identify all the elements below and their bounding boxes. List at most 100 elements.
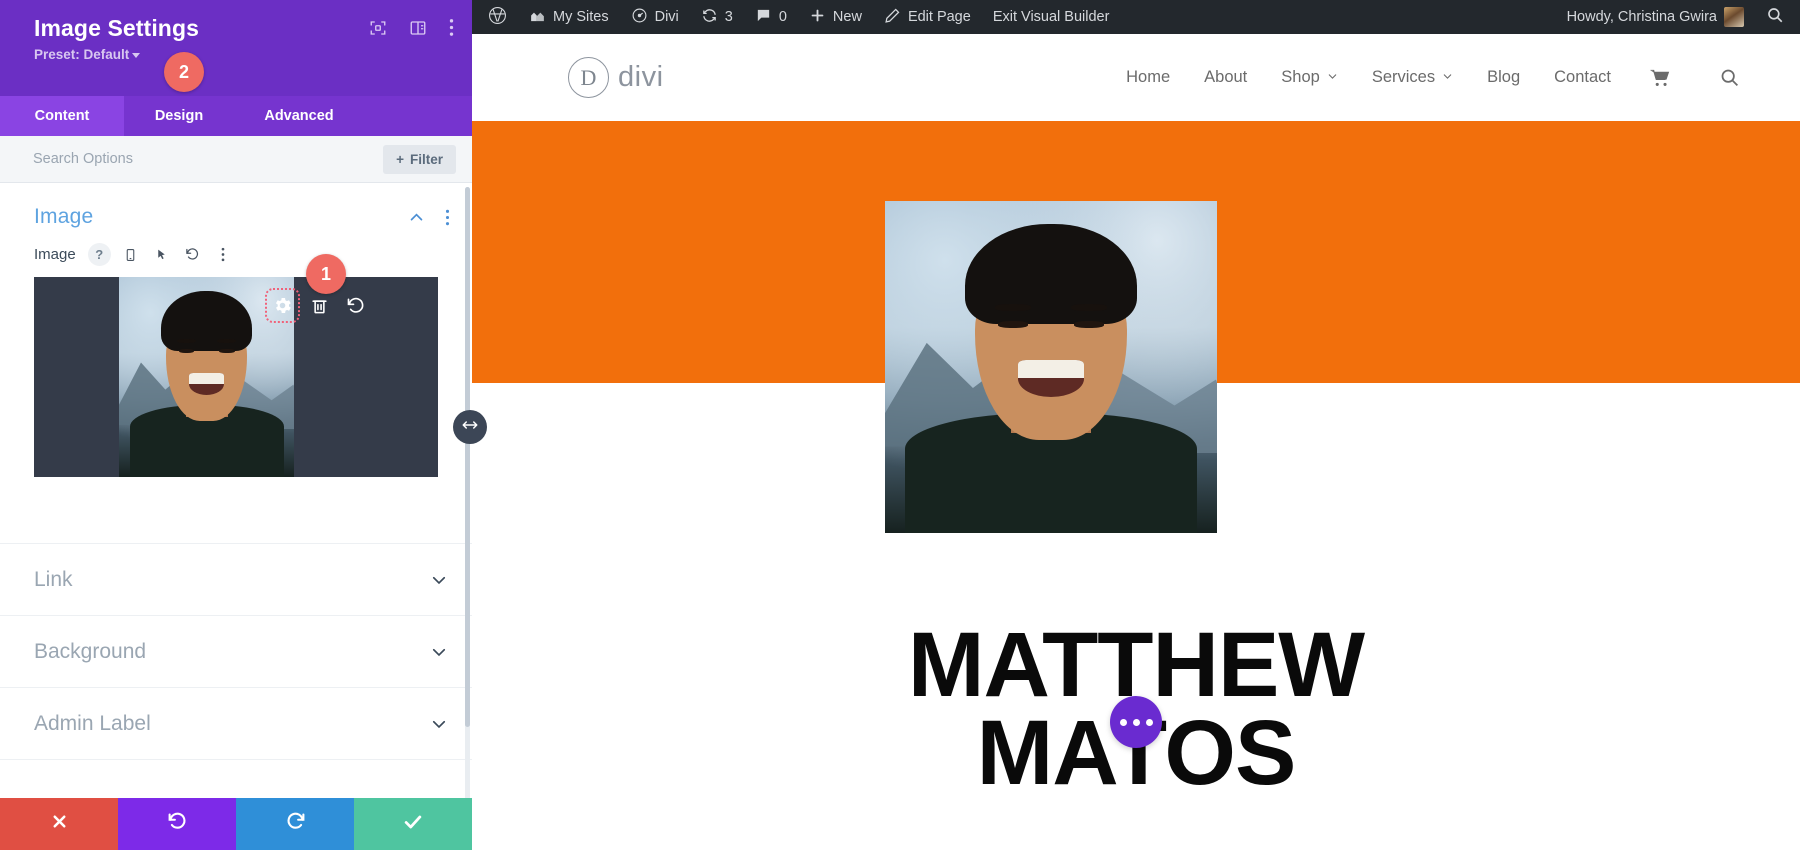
- image-field-label: Image: [34, 246, 76, 263]
- admin-bar-label: New: [832, 9, 862, 25]
- wordpress-admin-bar: My Sites Divi 3 0 New Edit Page Exit Vis…: [472, 0, 1800, 34]
- section-background[interactable]: Background: [0, 615, 472, 687]
- admin-bar-account[interactable]: Howdy, Christina Gwira: [1556, 0, 1755, 34]
- chevron-down-icon: [1442, 68, 1453, 87]
- chevron-down-icon[interactable]: [430, 643, 448, 661]
- image-section-title: Image: [34, 205, 94, 228]
- section-link-label: Link: [34, 567, 73, 591]
- responsive-icon[interactable]: [119, 243, 142, 266]
- page-preview: My Sites Divi 3 0 New Edit Page Exit Vis…: [472, 0, 1800, 850]
- filter-button-label: Filter: [409, 151, 443, 167]
- admin-bar-item-my-sites[interactable]: My Sites: [518, 0, 620, 34]
- panel-preset-label: Preset: Default: [34, 47, 130, 62]
- reset-icon[interactable]: [181, 243, 204, 266]
- filter-button[interactable]: + Filter: [383, 144, 456, 174]
- section-background-label: Background: [34, 639, 147, 663]
- undo-icon[interactable]: [346, 296, 366, 316]
- panel-header: Image Settings Preset: Default: [0, 0, 472, 96]
- gear-icon[interactable]: [265, 288, 300, 323]
- kebab-menu-icon[interactable]: [212, 243, 235, 266]
- ellipsis-icon-dot: [1145, 718, 1153, 726]
- admin-bar-label: 3: [724, 9, 733, 25]
- tab-content[interactable]: Content: [0, 96, 124, 136]
- sites-icon: [529, 7, 546, 28]
- nav-item-home[interactable]: Home: [1126, 68, 1170, 87]
- image-section-header[interactable]: Image: [0, 183, 472, 229]
- updates-icon: [701, 7, 718, 28]
- profile-photo[interactable]: [885, 201, 1217, 533]
- site-logo[interactable]: D divi: [568, 57, 664, 98]
- admin-bar-item-edit-page[interactable]: Edit Page: [873, 0, 982, 34]
- tab-advanced[interactable]: Advanced: [234, 96, 364, 136]
- section-bottom-spacer: [0, 477, 472, 543]
- cart-icon[interactable]: [1649, 67, 1671, 89]
- image-preview-box[interactable]: [34, 277, 438, 477]
- admin-bar-item-updates[interactable]: 3: [690, 0, 744, 34]
- nav-label: About: [1204, 68, 1248, 86]
- layout-columns-icon[interactable]: [409, 19, 427, 37]
- admin-bar-search[interactable]: [1755, 0, 1788, 34]
- admin-bar-item-exit-visual-builder[interactable]: Exit Visual Builder: [982, 0, 1121, 34]
- nav-item-services[interactable]: Services: [1372, 68, 1453, 87]
- admin-bar-label: Divi: [654, 9, 679, 25]
- admin-bar-label: Edit Page: [907, 9, 971, 25]
- chevron-up-icon[interactable]: [408, 209, 425, 226]
- section-admin-label[interactable]: Admin Label: [0, 687, 472, 759]
- nav-item-shop[interactable]: Shop: [1281, 68, 1338, 87]
- focus-frame-icon[interactable]: [369, 19, 387, 37]
- admin-bar-wordpress-logo[interactable]: [482, 0, 518, 34]
- step-badge-2: 2: [164, 52, 204, 92]
- nav-item-about[interactable]: About: [1204, 68, 1247, 87]
- divi-dashboard-icon: [631, 7, 648, 28]
- image-thumbnail: [119, 277, 294, 477]
- help-icon[interactable]: ?: [87, 243, 111, 266]
- admin-bar-item-comments[interactable]: 0: [744, 0, 798, 34]
- close-icon: [50, 812, 69, 836]
- search-options-row: + Filter: [0, 136, 472, 183]
- admin-bar-item-new[interactable]: New: [798, 0, 873, 34]
- redo-button[interactable]: [236, 798, 354, 850]
- chevron-down-icon[interactable]: [430, 715, 448, 733]
- chevron-down-icon[interactable]: [430, 571, 448, 589]
- plus-icon: +: [396, 151, 404, 167]
- panel-bottom-actions: [0, 798, 472, 850]
- panel-resize-handle[interactable]: [453, 410, 487, 444]
- hover-icon[interactable]: [150, 243, 173, 266]
- search-icon[interactable]: [1719, 67, 1740, 88]
- nav-label: Home: [1126, 68, 1171, 86]
- redo-icon: [285, 811, 306, 837]
- admin-bar-item-divi[interactable]: Divi: [620, 0, 690, 34]
- kebab-menu-icon[interactable]: [449, 18, 454, 37]
- image-field-row: Image ?: [0, 229, 472, 266]
- save-button[interactable]: [354, 798, 472, 850]
- undo-button[interactable]: [118, 798, 236, 850]
- nav-label: Blog: [1487, 68, 1521, 86]
- undo-icon: [167, 811, 188, 837]
- kebab-menu-icon[interactable]: [445, 209, 450, 226]
- image-settings-panel: Image Settings Preset: Default Content D…: [0, 0, 472, 850]
- check-icon: [402, 811, 424, 838]
- step-badge-1: 1: [306, 254, 346, 294]
- pencil-icon: [884, 7, 901, 28]
- search-input[interactable]: [33, 151, 384, 167]
- panel-body: Image Image ? Link Background Admin Labe…: [0, 183, 472, 798]
- nav-item-contact[interactable]: Contact: [1554, 68, 1611, 87]
- tab-design[interactable]: Design: [124, 96, 234, 136]
- nav-label: Shop: [1281, 68, 1320, 86]
- nav-item-blog[interactable]: Blog: [1487, 68, 1520, 87]
- cancel-button[interactable]: [0, 798, 118, 850]
- wordpress-logo-icon: [488, 6, 507, 29]
- chevron-down-icon: [1327, 68, 1338, 87]
- site-logo-text: divi: [618, 61, 664, 93]
- trash-icon[interactable]: [310, 296, 329, 315]
- resize-horizontal-icon: [461, 416, 479, 439]
- portrait-image: [119, 277, 294, 477]
- ellipsis-icon-dot: [1119, 718, 1127, 726]
- nav-label: Services: [1371, 68, 1436, 86]
- site-header: D divi Home About Shop Services Blog Con…: [472, 34, 1800, 121]
- panel-preset-selector[interactable]: Preset: Default: [34, 47, 450, 62]
- panel-divider: [0, 759, 472, 760]
- section-link[interactable]: Link: [0, 543, 472, 615]
- panel-scrollbar[interactable]: [465, 187, 470, 727]
- module-settings-fab[interactable]: [1110, 696, 1162, 748]
